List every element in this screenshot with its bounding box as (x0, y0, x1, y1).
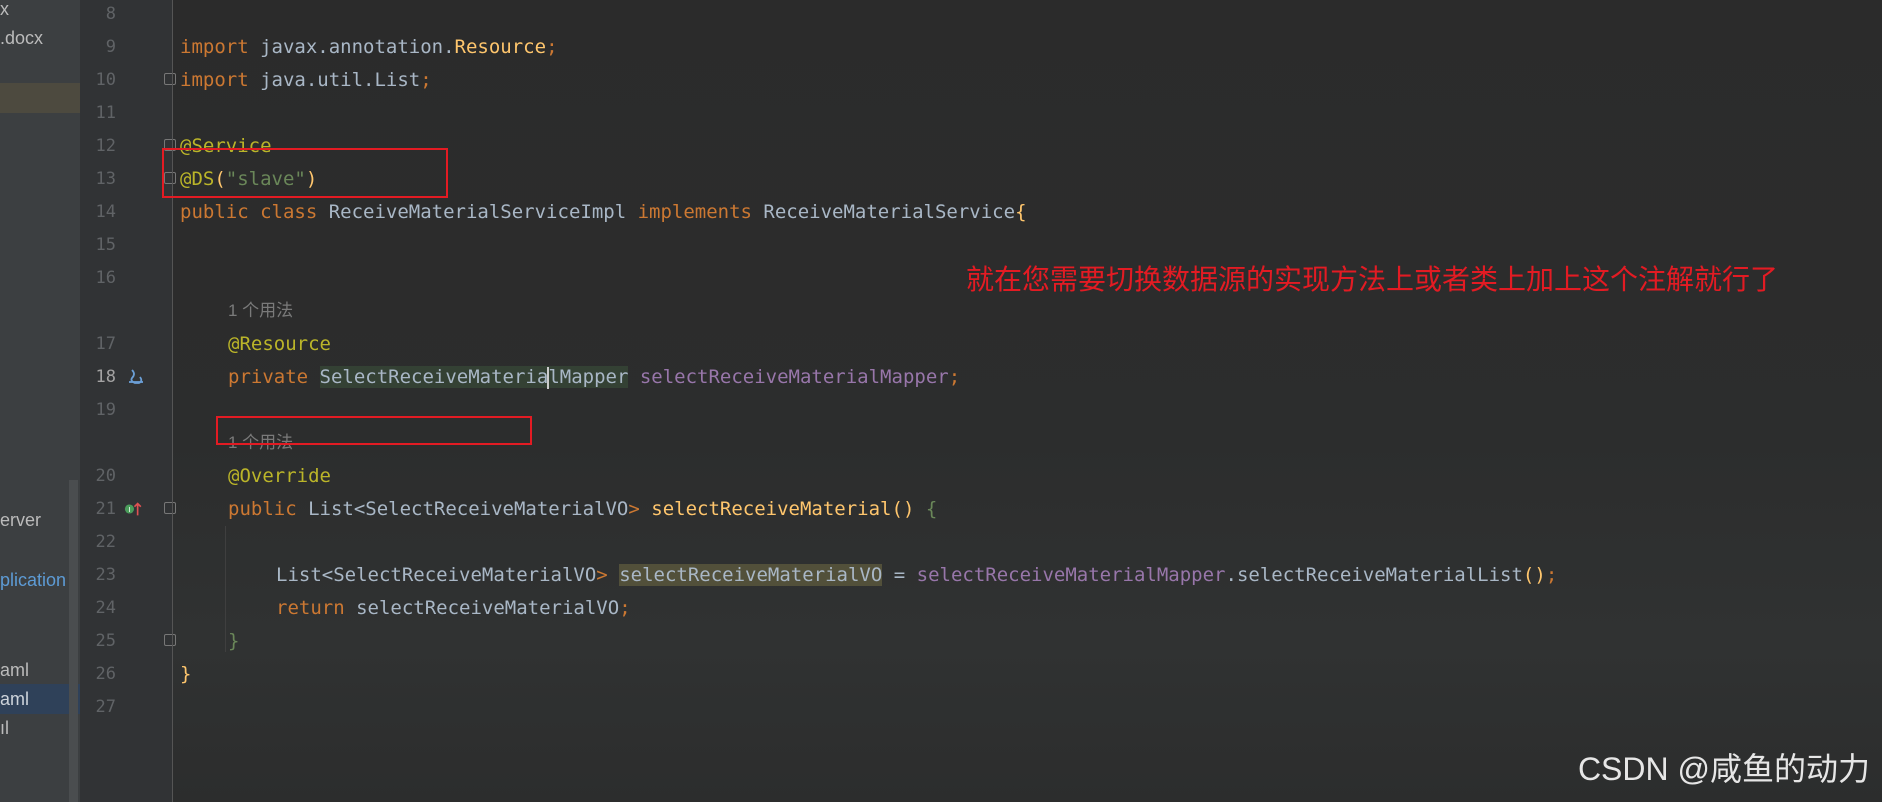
sidebar-item[interactable]: x (0, 0, 9, 20)
code-line-20: @Override (228, 465, 331, 487)
line-number: 14 (95, 202, 116, 222)
code-line-25: } (228, 630, 240, 652)
bean-icon[interactable] (126, 366, 146, 386)
annotation-box-hint (216, 416, 532, 445)
line-number: 26 (95, 664, 116, 684)
annotation-text: 就在您需要切换数据源的实现方法上或者类上加上这个注解就行了 (966, 264, 1779, 295)
project-sidebar: x .docx erver plication aml aml ıl (0, 0, 80, 802)
line-number: 25 (95, 631, 116, 651)
code-line-9: import javax.annotation.Resource; (180, 36, 558, 58)
line-number: 20 (95, 466, 116, 486)
fold-marker-icon[interactable] (164, 502, 176, 514)
usage-hint[interactable]: 1 个用法 (228, 299, 293, 323)
line-number: 21 (95, 499, 116, 519)
line-number: 27 (95, 697, 116, 717)
code-line-26: } (180, 663, 192, 685)
code-line-21: public List<SelectReceiveMaterialVO> sel… (228, 498, 938, 520)
sidebar-scrollbar[interactable] (69, 480, 78, 802)
line-number: 16 (95, 268, 116, 288)
sidebar-item-docx[interactable]: .docx (0, 26, 43, 50)
code-line-18: private SelectReceiveMaterialMapper sele… (228, 366, 961, 389)
code-line-17: @Resource (228, 333, 331, 355)
line-number: 11 (95, 103, 116, 123)
code-line-14: public class ReceiveMaterialServiceImpl … (180, 201, 1027, 223)
fold-marker-icon[interactable] (164, 634, 176, 646)
sidebar-item-yaml-selected[interactable]: aml (0, 684, 80, 714)
svg-text:I: I (128, 505, 130, 514)
sidebar-item-application[interactable]: plication (0, 568, 66, 592)
line-number: 13 (95, 169, 116, 189)
line-number: 23 (95, 565, 116, 585)
code-line-24: return selectReceiveMaterialVO; (276, 597, 631, 619)
sidebar-item-xml[interactable]: ıl (0, 716, 9, 740)
line-number-gutter: 8 9 10 11 12 13 14 15 16 17 18 19 20 21 … (80, 0, 172, 802)
line-number: 17 (95, 334, 116, 354)
line-number-current: 18 (95, 367, 116, 387)
line-number: 12 (95, 136, 116, 156)
sidebar-item-active[interactable] (0, 83, 80, 113)
override-icon[interactable]: I (124, 499, 144, 519)
line-number: 8 (105, 4, 116, 24)
line-number: 15 (95, 235, 116, 255)
line-number: 19 (95, 400, 116, 420)
sidebar-item-yaml-1[interactable]: aml (0, 658, 29, 682)
line-number: 9 (105, 37, 116, 57)
code-editor[interactable]: 8 9 10 11 12 13 14 15 16 17 18 19 20 21 … (80, 0, 1882, 802)
line-number: 22 (95, 532, 116, 552)
line-number: 24 (95, 598, 116, 618)
code-line-23: List<SelectReceiveMaterialVO> selectRece… (276, 564, 1558, 586)
watermark: CSDN @咸鱼的动力 (1577, 751, 1870, 787)
code-line-10: import java.util.List; (180, 69, 432, 91)
line-number: 10 (95, 70, 116, 90)
indent-guide (225, 526, 226, 652)
annotation-box-ds (162, 148, 448, 198)
fold-marker-icon[interactable] (164, 73, 176, 85)
fold-separator (172, 0, 173, 802)
sidebar-item-server[interactable]: erver (0, 508, 41, 532)
